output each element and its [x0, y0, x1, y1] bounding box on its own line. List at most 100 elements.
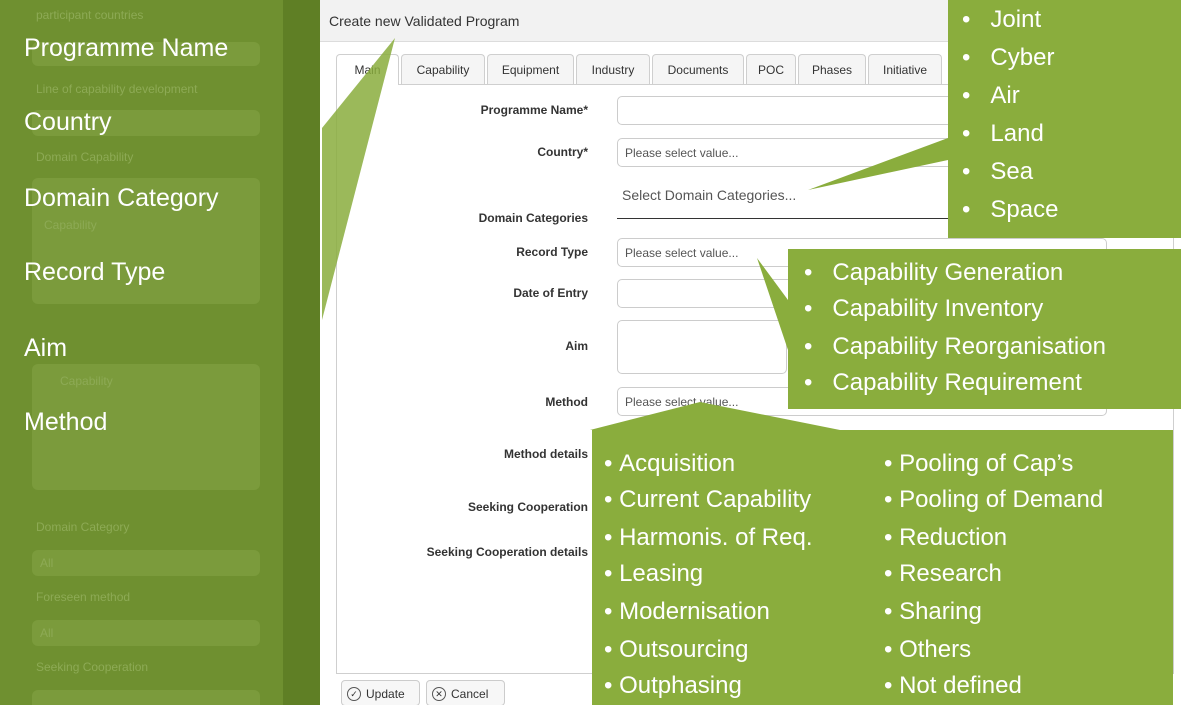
callout-country: Country: [24, 108, 112, 136]
sidebar: participant countries Line of capability…: [0, 0, 320, 705]
record-type-option-generation: • Capability Generation: [804, 259, 1063, 287]
callout-programme-name: Programme Name: [24, 34, 229, 62]
bullet: •: [884, 486, 893, 513]
method-option-label: Pooling of Demand: [899, 486, 1104, 513]
method-label: Method: [545, 395, 588, 409]
record-type-option-label: Capability Requirement: [832, 369, 1082, 396]
tab-documents[interactable]: Documents: [652, 54, 744, 84]
callout-aim: Aim: [24, 334, 68, 362]
sidebar-method-select[interactable]: [32, 620, 260, 646]
method-option-label: Pooling of Cap’s: [899, 450, 1074, 477]
bullet: •: [962, 196, 971, 223]
bullet: •: [962, 6, 971, 33]
domain-option-cyber: • Cyber: [962, 44, 1054, 72]
tab-capability[interactable]: Capability: [401, 54, 485, 84]
method-option-label: Acquisition: [619, 450, 736, 477]
method-option-label: Outsourcing: [619, 636, 749, 663]
sidebar-domain-category-select[interactable]: [32, 550, 260, 576]
bullet: •: [604, 636, 613, 663]
sidebar-ghost-all-1: All: [40, 556, 54, 570]
method-option-reduction: • Reduction: [884, 524, 1007, 552]
bullet: •: [604, 598, 613, 625]
tab-initiative[interactable]: Initiative: [868, 54, 942, 84]
tab-industry[interactable]: Industry: [576, 54, 650, 84]
domain-option-label: Joint: [990, 6, 1042, 33]
sidebar-ghost-line-of-capability: Line of capability development: [36, 82, 198, 96]
method-option-current-capability: • Current Capability: [604, 486, 811, 514]
domain-option-space: • Space: [962, 196, 1058, 224]
domain-categories-input[interactable]: Select Domain Categories...: [622, 187, 796, 203]
domain-categories-label: Domain Categories: [478, 211, 588, 225]
tab-poc[interactable]: POC: [746, 54, 796, 84]
tab-equipment[interactable]: Equipment: [487, 54, 574, 84]
method-option-label: Outphasing: [619, 672, 742, 699]
method-details-label: Method details: [503, 447, 588, 461]
method-option-modernisation: • Modernisation: [604, 598, 770, 626]
record-type-label: Record Type: [516, 245, 588, 259]
sidebar-ghost-participants: participant countries: [36, 8, 144, 22]
record-type-option-label: Capability Reorganisation: [832, 333, 1106, 360]
update-button[interactable]: ✓ Update: [341, 680, 420, 705]
method-option-label: Current Capability: [619, 486, 812, 513]
bullet: •: [604, 672, 613, 699]
bullet: •: [804, 259, 813, 286]
cancel-button[interactable]: ✕ Cancel: [426, 680, 505, 705]
x-circle-icon: ✕: [432, 687, 446, 701]
dialog-title: Create new Validated Program: [329, 13, 520, 29]
bullet: •: [604, 524, 613, 551]
bullet: •: [804, 295, 813, 322]
bullet: •: [884, 450, 893, 477]
sidebar-ghost-domain-category: Domain Category: [36, 520, 130, 534]
domain-option-label: Cyber: [990, 44, 1055, 71]
domain-option-sea: • Sea: [962, 158, 1033, 186]
callout-method: Method: [24, 408, 108, 436]
bullet: •: [884, 560, 893, 587]
domain-option-label: Space: [990, 196, 1059, 223]
method-option-outphasing: • Outphasing: [604, 672, 742, 700]
tab-phases[interactable]: Phases: [798, 54, 866, 84]
bullet: •: [962, 120, 971, 147]
domain-option-label: Land: [990, 120, 1044, 147]
sidebar-ghost-domain-capability: Domain Capability: [36, 150, 134, 164]
method-option-label: Not defined: [899, 672, 1022, 699]
record-type-option-label: Capability Generation: [832, 259, 1064, 286]
record-type-options-overlay: • Capability Generation • Capability Inv…: [788, 249, 1181, 409]
update-button-label: Update: [366, 687, 405, 701]
method-option-label: Research: [899, 560, 1002, 587]
bullet: •: [884, 598, 893, 625]
method-option-not-defined: • Not defined: [884, 672, 1022, 700]
method-option-acquisition: • Acquisition: [604, 450, 735, 478]
sidebar-ghost-all-2: All: [40, 626, 54, 640]
domain-option-land: • Land: [962, 120, 1044, 148]
method-option-label: Sharing: [899, 598, 982, 625]
method-option-label: Modernisation: [619, 598, 770, 625]
sidebar-ghost-capability-node-2: Capability: [60, 374, 113, 388]
method-option-others: • Others: [884, 636, 971, 664]
method-option-sharing: • Sharing: [884, 598, 982, 626]
sidebar-divider-strip: [283, 0, 320, 705]
check-circle-icon: ✓: [347, 687, 361, 701]
method-options-overlay: • Acquisition • Current Capability • Har…: [592, 430, 1173, 705]
bullet: •: [962, 82, 971, 109]
tab-main[interactable]: Main: [336, 54, 399, 85]
aim-textarea[interactable]: [617, 320, 787, 374]
programme-name-label: Programme Name*: [480, 103, 588, 117]
method-option-outsourcing: • Outsourcing: [604, 636, 748, 664]
sidebar-ghost-capability-node: Capability: [44, 218, 97, 232]
country-label: Country*: [537, 145, 588, 159]
domain-option-label: Sea: [990, 158, 1034, 185]
domain-option-label: Air: [990, 82, 1020, 109]
bullet: •: [884, 636, 893, 663]
record-type-option-inventory: • Capability Inventory: [804, 295, 1043, 323]
method-option-pooling-demand: • Pooling of Demand: [884, 486, 1103, 514]
method-option-label: Leasing: [619, 560, 704, 587]
callout-domain-category: Domain Category: [24, 184, 219, 212]
domain-option-air: • Air: [962, 82, 1020, 110]
callout-record-type: Record Type: [24, 258, 166, 286]
method-option-harmonisation: • Harmonis. of Req.: [604, 524, 812, 552]
seeking-cooperation-details-label: Seeking Cooperation details: [426, 545, 588, 559]
sidebar-seeking-select[interactable]: [32, 690, 260, 705]
method-option-label: Reduction: [899, 524, 1008, 551]
record-type-option-reorganisation: • Capability Reorganisation: [804, 333, 1106, 361]
method-option-pooling-caps: • Pooling of Cap’s: [884, 450, 1073, 478]
